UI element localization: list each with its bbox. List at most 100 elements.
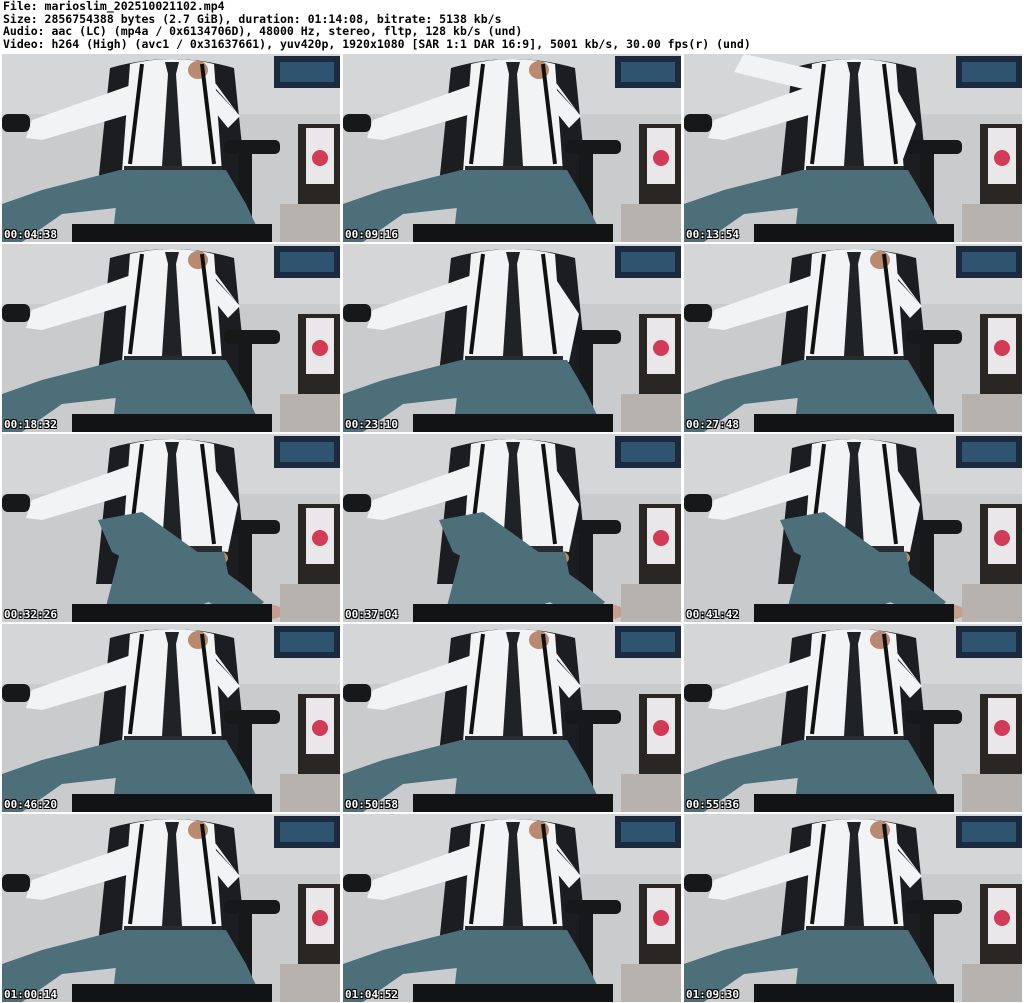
chair-arm-right xyxy=(224,710,280,724)
chair-seat xyxy=(754,224,954,242)
thumbnail-scene xyxy=(343,624,681,812)
chair-seat xyxy=(413,794,613,812)
thumbnail-timestamp: 00:18:32 xyxy=(4,418,57,431)
product-box-logo xyxy=(653,910,669,926)
thumbnail-timestamp: 00:09:16 xyxy=(345,228,398,241)
video-thumbnail: 00:27:48 xyxy=(684,244,1022,432)
floor xyxy=(962,774,1022,812)
chair-arm-left xyxy=(343,494,371,512)
thumbnail-scene xyxy=(343,244,681,432)
video-thumbnail: 00:46:20 xyxy=(2,624,340,812)
thumbnail-grid: 00:04:38 00:09:16 00:13:54 00:18:32 00:2… xyxy=(2,54,1022,1002)
thumbnail-timestamp: 00:50:58 xyxy=(345,798,398,811)
chair-arm-left xyxy=(343,874,371,892)
thumbnail-timestamp: 00:04:38 xyxy=(4,228,57,241)
video-thumbnail: 00:23:10 xyxy=(343,244,681,432)
chair-arm-right xyxy=(565,900,621,914)
chair-arm-left xyxy=(684,494,712,512)
poster-art xyxy=(280,822,334,842)
chair-arm-left xyxy=(343,304,371,322)
floor xyxy=(280,204,340,242)
chair-arm-left xyxy=(684,304,712,322)
poster-art xyxy=(962,252,1016,272)
floor xyxy=(621,964,681,1002)
chair-seat xyxy=(754,794,954,812)
chair-arm-left xyxy=(343,114,371,132)
chair-arm-right xyxy=(906,140,962,154)
video-thumbnail: 00:41:42 xyxy=(684,434,1022,622)
thumbnail-timestamp: 01:09:30 xyxy=(686,988,739,1001)
poster-art xyxy=(280,62,334,82)
product-box-logo xyxy=(994,720,1010,736)
video-thumbnail: 00:55:36 xyxy=(684,624,1022,812)
thumbnail-timestamp: 00:13:54 xyxy=(686,228,739,241)
chair-arm-right xyxy=(224,140,280,154)
chair-seat xyxy=(72,224,272,242)
product-box-logo xyxy=(312,720,328,736)
thumbnail-scene xyxy=(2,814,340,1002)
chair-arm-right xyxy=(565,710,621,724)
product-box-logo xyxy=(312,910,328,926)
floor xyxy=(962,584,1022,622)
video-thumbnail: 00:32:26 xyxy=(2,434,340,622)
chair-arm-right xyxy=(224,330,280,344)
chair-seat xyxy=(72,604,272,622)
floor xyxy=(962,394,1022,432)
chair-arm-right xyxy=(224,900,280,914)
chair-seat xyxy=(754,604,954,622)
poster-art xyxy=(621,632,675,652)
poster-art xyxy=(962,62,1016,82)
thumbnail-scene xyxy=(684,244,1022,432)
product-box-logo xyxy=(994,150,1010,166)
video-thumbnail: 00:04:38 xyxy=(2,54,340,242)
chair-arm-right xyxy=(906,900,962,914)
product-box-logo xyxy=(994,530,1010,546)
chair-seat xyxy=(754,414,954,432)
video-thumbnail: 00:18:32 xyxy=(2,244,340,432)
file-name-line: File: marioslim_202510021102.mp4 xyxy=(3,0,225,13)
poster-art xyxy=(621,62,675,82)
floor xyxy=(280,394,340,432)
chair-arm-left xyxy=(2,874,30,892)
thumbnail-timestamp: 00:23:10 xyxy=(345,418,398,431)
chair-arm-left xyxy=(684,114,712,132)
chair-seat xyxy=(72,414,272,432)
video-thumbnail: 01:09:30 xyxy=(684,814,1022,1002)
floor xyxy=(962,964,1022,1002)
video-thumbnail: 01:04:52 xyxy=(343,814,681,1002)
product-box-logo xyxy=(312,530,328,546)
thumbnail-scene xyxy=(2,624,340,812)
poster-art xyxy=(280,252,334,272)
thumbnail-scene xyxy=(343,434,681,622)
product-box-logo xyxy=(653,150,669,166)
poster-art xyxy=(962,822,1016,842)
product-box-logo xyxy=(653,720,669,736)
product-box-logo xyxy=(653,530,669,546)
file-info-header: File: marioslim_202510021102.mp4 Size: 2… xyxy=(3,0,1021,50)
chair-seat xyxy=(413,414,613,432)
thumbnail-timestamp: 00:46:20 xyxy=(4,798,57,811)
thumbnail-timestamp: 01:04:52 xyxy=(345,988,398,1001)
chair-arm-left xyxy=(2,684,30,702)
video-thumbnail: 00:37:04 xyxy=(343,434,681,622)
product-box-logo xyxy=(994,910,1010,926)
thumbnail-timestamp: 00:55:36 xyxy=(686,798,739,811)
thumbnail-timestamp: 00:37:04 xyxy=(345,608,398,621)
thumbnail-scene xyxy=(343,54,681,242)
thumbnail-scene xyxy=(2,54,340,242)
floor xyxy=(621,204,681,242)
chair-arm-right xyxy=(906,710,962,724)
thumbnail-scene xyxy=(684,814,1022,1002)
poster-art xyxy=(621,822,675,842)
chair-seat xyxy=(72,794,272,812)
floor xyxy=(280,584,340,622)
poster-art xyxy=(621,252,675,272)
floor xyxy=(280,964,340,1002)
product-box-logo xyxy=(653,340,669,356)
thumbnail-scene xyxy=(684,624,1022,812)
chair-arm-right xyxy=(565,140,621,154)
chair-arm-left xyxy=(2,114,30,132)
poster-art xyxy=(962,632,1016,652)
chair-arm-left xyxy=(684,874,712,892)
thumbnail-timestamp: 00:27:48 xyxy=(686,418,739,431)
